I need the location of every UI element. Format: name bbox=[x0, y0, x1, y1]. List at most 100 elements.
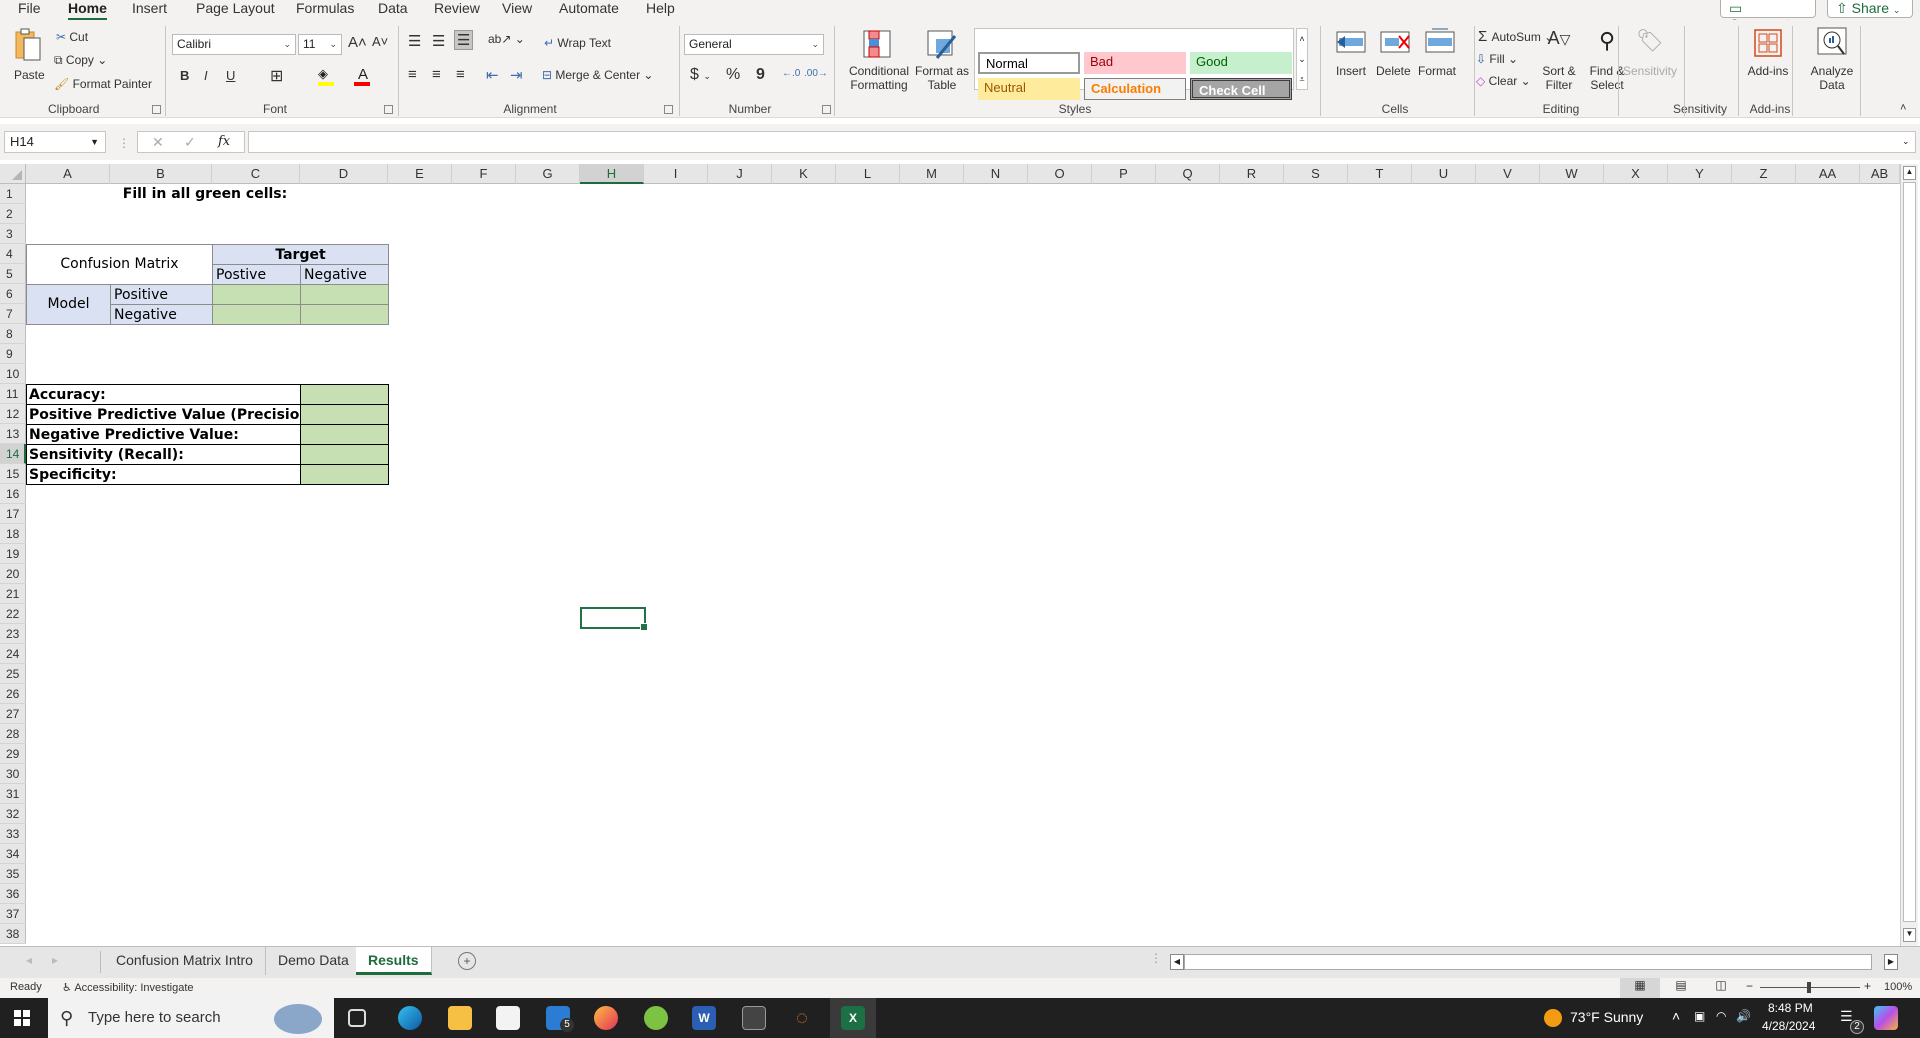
model-negative-cell[interactable]: Negative bbox=[110, 304, 213, 325]
decrease-decimal-icon[interactable]: .00→ bbox=[804, 68, 828, 79]
column-header-m[interactable]: M bbox=[900, 164, 964, 184]
model-positive-cell[interactable]: Positive bbox=[110, 284, 213, 305]
metric-label[interactable]: Positive Predictive Value (Precision): bbox=[26, 404, 301, 425]
row-header-1[interactable]: 1 bbox=[0, 184, 26, 204]
target-negative-cell[interactable]: Negative bbox=[300, 264, 389, 285]
row-header-11[interactable]: 11 bbox=[0, 384, 26, 404]
percent-button[interactable]: % bbox=[726, 66, 740, 84]
add-sheet-icon[interactable]: + bbox=[458, 952, 476, 970]
sheet-tab-results[interactable]: Results bbox=[356, 947, 432, 975]
format-cells-button[interactable]: Format bbox=[1418, 26, 1462, 78]
cut-button[interactable]: ✂ Cut bbox=[56, 30, 88, 44]
input-cell-true-positive[interactable] bbox=[212, 284, 301, 305]
column-header-z[interactable]: Z bbox=[1732, 164, 1796, 184]
metric-input-cell[interactable] bbox=[300, 404, 389, 425]
decrease-indent-icon[interactable]: ⇤ bbox=[486, 66, 499, 84]
sheet-tab-confusion-matrix-intro[interactable]: Confusion Matrix Intro bbox=[104, 947, 266, 975]
metric-label[interactable]: Negative Predictive Value: bbox=[26, 424, 301, 445]
normal-view-icon[interactable]: ▦ bbox=[1620, 978, 1660, 998]
row-header-5[interactable]: 5 bbox=[0, 264, 26, 284]
increase-decimal-icon[interactable]: ←.0 bbox=[782, 68, 800, 79]
tab-review[interactable]: Review bbox=[434, 0, 480, 18]
app-icon[interactable] bbox=[644, 1006, 668, 1030]
row-header-31[interactable]: 31 bbox=[0, 784, 26, 804]
row-header-27[interactable]: 27 bbox=[0, 704, 26, 724]
metric-input-cell[interactable] bbox=[300, 424, 389, 445]
underline-button[interactable]: U bbox=[226, 68, 235, 83]
fill-button[interactable]: ⇩ Fill ⌄ bbox=[1476, 52, 1518, 66]
row-header-13[interactable]: 13 bbox=[0, 424, 26, 444]
row-header-36[interactable]: 36 bbox=[0, 884, 26, 904]
excel-taskbar-active[interactable]: X bbox=[830, 998, 876, 1038]
row-header-29[interactable]: 29 bbox=[0, 744, 26, 764]
alignment-launcher-icon[interactable] bbox=[664, 105, 673, 114]
sheet-tab-demo-data[interactable]: Demo Data bbox=[266, 947, 362, 975]
enter-icon[interactable]: ✓ bbox=[184, 134, 196, 151]
prev-sheet-icon[interactable]: ◂ bbox=[26, 953, 32, 967]
align-middle-icon[interactable]: ☰ bbox=[432, 32, 445, 50]
tab-formulas[interactable]: Formulas bbox=[296, 0, 354, 18]
row-header-10[interactable]: 10 bbox=[0, 364, 26, 384]
row-header-16[interactable]: 16 bbox=[0, 484, 26, 504]
page-break-view-icon[interactable]: ◫ bbox=[1706, 978, 1736, 998]
row-header-20[interactable]: 20 bbox=[0, 564, 26, 584]
accessibility-status[interactable]: ♿ Accessibility: Investigate bbox=[62, 981, 194, 994]
copy-button[interactable]: ⧉ Copy ⌄ bbox=[54, 53, 107, 68]
input-cell-false-positive[interactable] bbox=[300, 284, 389, 305]
collapse-ribbon-icon[interactable]: ˄ bbox=[1900, 102, 1906, 114]
bold-button[interactable]: B bbox=[180, 68, 189, 83]
column-header-g[interactable]: G bbox=[516, 164, 580, 184]
orientation-icon[interactable]: ab↗ ⌄ bbox=[488, 32, 525, 46]
file-explorer-icon[interactable] bbox=[448, 1006, 472, 1030]
merge-center-button[interactable]: ⊟ Merge & Center ⌄ bbox=[542, 68, 653, 82]
row-header-37[interactable]: 37 bbox=[0, 904, 26, 924]
sort-filter-button[interactable]: A▽ Sort & Filter bbox=[1536, 28, 1582, 92]
scroll-up-icon[interactable]: ▲ bbox=[1903, 166, 1916, 180]
column-header-u[interactable]: U bbox=[1412, 164, 1476, 184]
font-size-dropdown[interactable]: 11 ⌄ bbox=[298, 34, 342, 55]
row-header-8[interactable]: 8 bbox=[0, 324, 26, 344]
column-header-x[interactable]: X bbox=[1604, 164, 1668, 184]
page-layout-view-icon[interactable]: ▤ bbox=[1666, 978, 1696, 998]
select-all-button[interactable] bbox=[0, 164, 26, 184]
row-header-24[interactable]: 24 bbox=[0, 644, 26, 664]
vertical-scrollbar[interactable]: ▲ ▼ bbox=[1900, 164, 1918, 946]
column-header-e[interactable]: E bbox=[388, 164, 452, 184]
copilot-icon[interactable] bbox=[1874, 1006, 1898, 1030]
column-header-y[interactable]: Y bbox=[1668, 164, 1732, 184]
row-header-30[interactable]: 30 bbox=[0, 764, 26, 784]
gallery-scroll[interactable]: ˄ ⌄ ⩡ bbox=[1296, 28, 1308, 90]
comma-button[interactable]: 9 bbox=[756, 66, 765, 84]
align-bottom-icon[interactable]: ☰ bbox=[454, 30, 474, 50]
cell-style-neutral[interactable]: Neutral bbox=[978, 78, 1080, 100]
column-header-l[interactable]: L bbox=[836, 164, 900, 184]
format-painter-button[interactable]: 🖌 Format Painter bbox=[54, 77, 152, 91]
task-view-icon[interactable] bbox=[348, 1009, 366, 1027]
decrease-font-icon[interactable]: A˅ bbox=[372, 34, 388, 49]
row-header-3[interactable]: 3 bbox=[0, 224, 26, 244]
column-header-h[interactable]: H bbox=[580, 164, 644, 184]
row-header-2[interactable]: 2 bbox=[0, 204, 26, 224]
column-header-w[interactable]: W bbox=[1540, 164, 1604, 184]
clipboard-launcher-icon[interactable] bbox=[152, 105, 161, 114]
word-icon[interactable]: W bbox=[692, 1006, 716, 1030]
row-header-14[interactable]: 14 bbox=[0, 444, 26, 464]
weather-text[interactable]: 73°F Sunny bbox=[1570, 1009, 1643, 1025]
wrap-text-button[interactable]: ↵ Wrap Text bbox=[544, 36, 611, 50]
increase-indent-icon[interactable]: ⇥ bbox=[510, 66, 523, 84]
metric-input-cell[interactable] bbox=[300, 464, 389, 485]
metric-input-cell[interactable] bbox=[300, 384, 389, 405]
expand-formula-icon[interactable]: ⌄ bbox=[1902, 136, 1910, 147]
cell-style-bad[interactable]: Bad bbox=[1084, 52, 1186, 74]
terminal-icon[interactable] bbox=[742, 1006, 766, 1030]
clock-date[interactable]: 4/28/2024 bbox=[1762, 1019, 1815, 1033]
format-as-table-button[interactable]: Format as Table bbox=[914, 30, 970, 100]
tab-automate[interactable]: Automate bbox=[559, 0, 619, 18]
column-header-r[interactable]: R bbox=[1220, 164, 1284, 184]
zoom-level[interactable]: 100% bbox=[1884, 981, 1912, 993]
row-header-25[interactable]: 25 bbox=[0, 664, 26, 684]
row-header-23[interactable]: 23 bbox=[0, 624, 26, 644]
number-format-dropdown[interactable]: General ⌄ bbox=[684, 34, 824, 55]
spreadsheet-grid[interactable]: A B C D E F G H I J K L M N O P Q R S T U V W X Y Z AA AB 123456789… bbox=[0, 164, 1920, 946]
cell-style-check-cell[interactable]: Check Cell bbox=[1190, 78, 1292, 100]
